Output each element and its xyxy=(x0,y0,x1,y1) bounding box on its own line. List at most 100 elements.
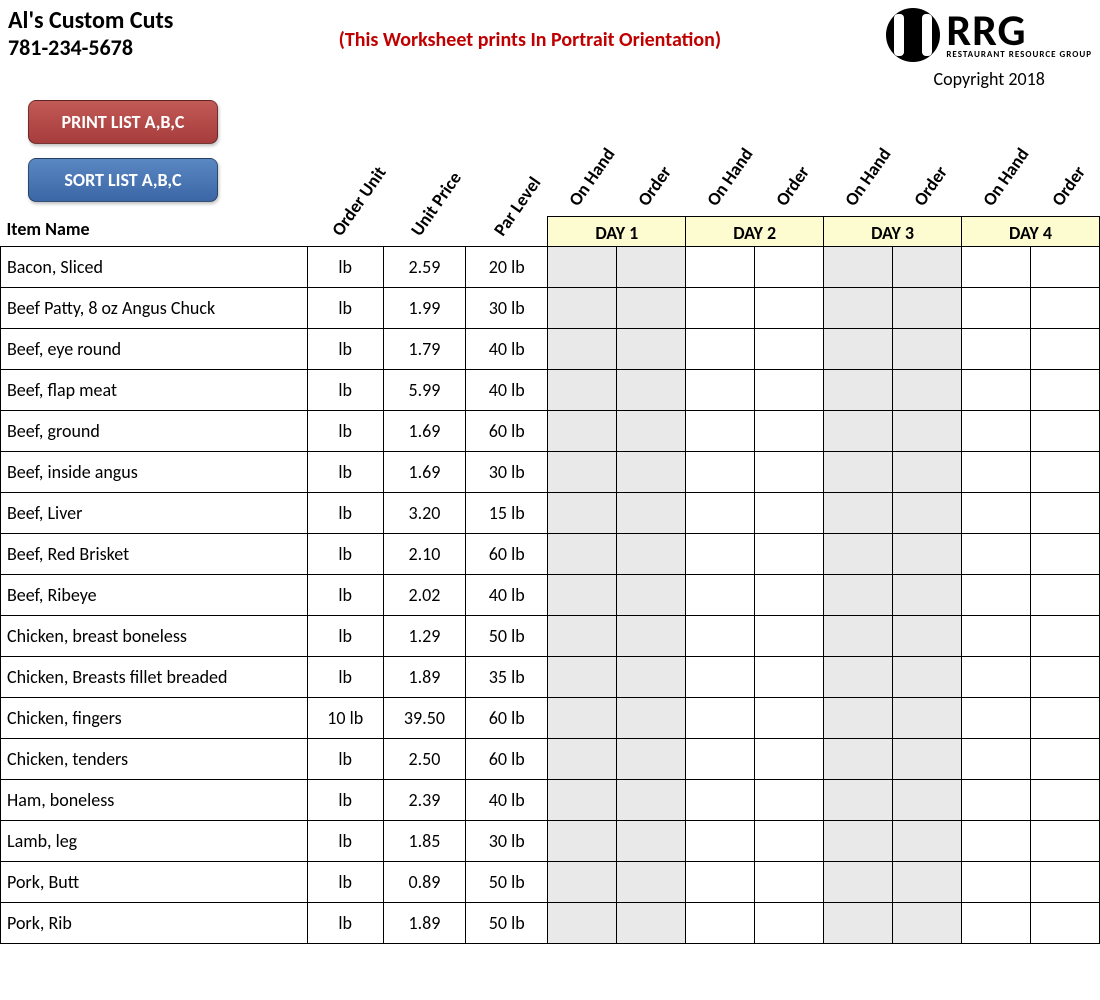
cell-on-hand[interactable] xyxy=(824,657,893,698)
cell-order[interactable] xyxy=(893,452,962,493)
cell-order[interactable] xyxy=(755,616,824,657)
cell-on-hand[interactable] xyxy=(686,575,755,616)
cell-on-hand[interactable] xyxy=(962,247,1031,288)
cell-on-hand[interactable] xyxy=(824,780,893,821)
cell-on-hand[interactable] xyxy=(962,657,1031,698)
cell-order[interactable] xyxy=(617,370,686,411)
cell-on-hand[interactable] xyxy=(686,821,755,862)
cell-order[interactable] xyxy=(755,493,824,534)
cell-order[interactable] xyxy=(617,616,686,657)
cell-on-hand[interactable] xyxy=(686,698,755,739)
cell-order[interactable] xyxy=(755,903,824,944)
cell-order[interactable] xyxy=(755,657,824,698)
cell-order[interactable] xyxy=(1030,493,1099,534)
cell-order[interactable] xyxy=(755,411,824,452)
cell-order[interactable] xyxy=(893,575,962,616)
print-list-button[interactable]: PRINT LIST A,B,C xyxy=(28,100,218,144)
cell-on-hand[interactable] xyxy=(686,534,755,575)
cell-on-hand[interactable] xyxy=(824,370,893,411)
cell-on-hand[interactable] xyxy=(548,493,617,534)
cell-on-hand[interactable] xyxy=(686,739,755,780)
cell-order[interactable] xyxy=(1030,329,1099,370)
cell-on-hand[interactable] xyxy=(824,698,893,739)
cell-order[interactable] xyxy=(893,329,962,370)
cell-order[interactable] xyxy=(893,247,962,288)
cell-on-hand[interactable] xyxy=(686,247,755,288)
cell-order[interactable] xyxy=(1030,821,1099,862)
cell-on-hand[interactable] xyxy=(686,329,755,370)
cell-order[interactable] xyxy=(893,903,962,944)
cell-order[interactable] xyxy=(617,452,686,493)
cell-order[interactable] xyxy=(1030,739,1099,780)
cell-order[interactable] xyxy=(893,616,962,657)
cell-on-hand[interactable] xyxy=(824,575,893,616)
cell-order[interactable] xyxy=(617,411,686,452)
cell-order[interactable] xyxy=(617,780,686,821)
cell-on-hand[interactable] xyxy=(824,247,893,288)
cell-order[interactable] xyxy=(617,821,686,862)
cell-order[interactable] xyxy=(617,493,686,534)
cell-on-hand[interactable] xyxy=(686,288,755,329)
cell-on-hand[interactable] xyxy=(962,616,1031,657)
cell-on-hand[interactable] xyxy=(686,411,755,452)
cell-order[interactable] xyxy=(617,247,686,288)
cell-order[interactable] xyxy=(1030,247,1099,288)
cell-on-hand[interactable] xyxy=(962,739,1031,780)
cell-order[interactable] xyxy=(617,862,686,903)
cell-order[interactable] xyxy=(755,821,824,862)
cell-on-hand[interactable] xyxy=(824,288,893,329)
cell-order[interactable] xyxy=(755,247,824,288)
cell-on-hand[interactable] xyxy=(548,903,617,944)
sort-list-button[interactable]: SORT LIST A,B,C xyxy=(28,158,218,202)
cell-on-hand[interactable] xyxy=(962,493,1031,534)
cell-on-hand[interactable] xyxy=(548,616,617,657)
cell-order[interactable] xyxy=(1030,370,1099,411)
cell-order[interactable] xyxy=(1030,575,1099,616)
cell-on-hand[interactable] xyxy=(548,862,617,903)
cell-on-hand[interactable] xyxy=(962,780,1031,821)
cell-order[interactable] xyxy=(893,862,962,903)
cell-order[interactable] xyxy=(893,657,962,698)
cell-on-hand[interactable] xyxy=(824,821,893,862)
cell-on-hand[interactable] xyxy=(548,780,617,821)
cell-on-hand[interactable] xyxy=(962,288,1031,329)
cell-on-hand[interactable] xyxy=(824,452,893,493)
cell-on-hand[interactable] xyxy=(686,452,755,493)
cell-order[interactable] xyxy=(1030,616,1099,657)
cell-order[interactable] xyxy=(1030,862,1099,903)
cell-on-hand[interactable] xyxy=(824,411,893,452)
cell-on-hand[interactable] xyxy=(548,370,617,411)
cell-order[interactable] xyxy=(1030,411,1099,452)
cell-order[interactable] xyxy=(893,780,962,821)
cell-on-hand[interactable] xyxy=(824,493,893,534)
cell-order[interactable] xyxy=(755,534,824,575)
cell-order[interactable] xyxy=(755,780,824,821)
cell-order[interactable] xyxy=(755,575,824,616)
cell-on-hand[interactable] xyxy=(548,534,617,575)
cell-order[interactable] xyxy=(1030,657,1099,698)
cell-on-hand[interactable] xyxy=(548,575,617,616)
cell-order[interactable] xyxy=(617,903,686,944)
cell-on-hand[interactable] xyxy=(962,370,1031,411)
cell-on-hand[interactable] xyxy=(686,862,755,903)
cell-on-hand[interactable] xyxy=(962,534,1031,575)
cell-order[interactable] xyxy=(617,329,686,370)
cell-on-hand[interactable] xyxy=(686,370,755,411)
cell-order[interactable] xyxy=(1030,780,1099,821)
cell-on-hand[interactable] xyxy=(824,534,893,575)
cell-on-hand[interactable] xyxy=(824,903,893,944)
cell-order[interactable] xyxy=(617,739,686,780)
cell-on-hand[interactable] xyxy=(962,575,1031,616)
cell-order[interactable] xyxy=(893,698,962,739)
cell-on-hand[interactable] xyxy=(548,247,617,288)
cell-on-hand[interactable] xyxy=(962,903,1031,944)
cell-order[interactable] xyxy=(755,452,824,493)
cell-on-hand[interactable] xyxy=(548,739,617,780)
cell-order[interactable] xyxy=(1030,903,1099,944)
cell-on-hand[interactable] xyxy=(686,903,755,944)
cell-on-hand[interactable] xyxy=(824,616,893,657)
cell-on-hand[interactable] xyxy=(548,698,617,739)
cell-order[interactable] xyxy=(755,739,824,780)
cell-on-hand[interactable] xyxy=(962,411,1031,452)
cell-order[interactable] xyxy=(755,370,824,411)
